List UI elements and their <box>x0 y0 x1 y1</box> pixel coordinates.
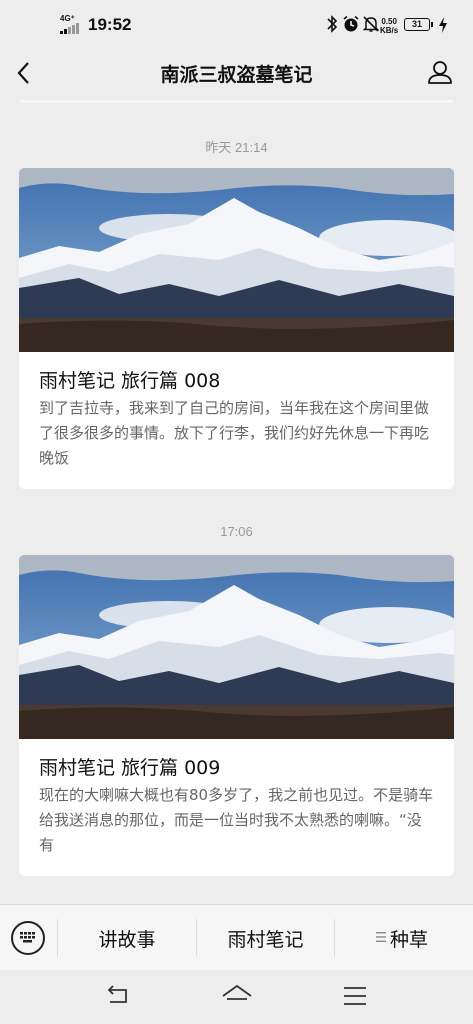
message-timestamp: 昨天 21:14 <box>205 140 268 155</box>
message-timestamp: 17:06 <box>220 524 253 539</box>
nav-home-button[interactable] <box>221 982 253 1010</box>
article-card[interactable]: 雨村笔记 旅行篇 008 到了吉拉寺，我来到了自己的房间，当年我在这个房间里做了… <box>19 168 454 489</box>
network-speed: 0.50 KB/s <box>380 17 398 35</box>
battery-icon: 31 <box>404 18 433 31</box>
network-speed-unit: KB/s <box>380 26 399 35</box>
person-icon <box>428 61 452 84</box>
app-header: 南派三叔盗墓笔记 <box>0 50 473 98</box>
article-cover-image[interactable] <box>19 168 454 352</box>
clock: 19:52 <box>88 15 132 34</box>
menu-item-recommendations[interactable]: 种草 <box>390 925 440 952</box>
page-title: 南派三叔盗墓笔记 <box>160 64 313 86</box>
mute-icon <box>362 15 380 37</box>
keyboard-icon <box>20 932 35 943</box>
back-button[interactable] <box>14 60 36 86</box>
article-cover-image[interactable] <box>19 555 454 739</box>
network-speed-value: 0.50 <box>381 17 397 26</box>
home-icon <box>222 984 252 1000</box>
article-title: 雨村笔记 旅行篇 009 <box>39 757 221 779</box>
back-arrow-icon <box>107 985 127 1003</box>
system-navigation-bar <box>0 970 473 1024</box>
profile-button[interactable] <box>427 59 453 85</box>
article-card[interactable]: 雨村笔记 旅行篇 009 现在的大喇嘛大概也有80多岁了，我之前也见过。不是骑车… <box>19 555 454 876</box>
network-type: 4G⁺ <box>60 14 75 23</box>
menu-item-storytelling[interactable]: 讲故事 <box>58 925 196 952</box>
menu-divider <box>334 919 335 957</box>
status-bar: 4G⁺ 19:52 0.50 KB/s 31 <box>0 0 473 50</box>
chevron-left-icon <box>17 62 29 84</box>
header-divider <box>20 100 453 103</box>
nav-menu-button[interactable] <box>342 985 368 1007</box>
hamburger-icon <box>344 987 366 1005</box>
battery-level: 31 <box>411 19 422 29</box>
alarm-icon <box>342 15 360 37</box>
article-title: 雨村笔记 旅行篇 008 <box>39 370 221 392</box>
keyboard-toggle-button[interactable] <box>11 921 45 955</box>
article-description: 现在的大喇嘛大概也有80多岁了，我之前也见过。不是骑车给我送消息的那位，而是一位… <box>39 786 434 854</box>
cellular-signal-icon: 4G⁺ <box>60 14 84 34</box>
charging-icon <box>438 17 448 37</box>
list-icon <box>376 932 386 942</box>
bluetooth-icon <box>326 14 338 38</box>
nav-back-button[interactable] <box>104 984 132 1008</box>
article-description: 到了吉拉寺，我来到了自己的房间，当年我在这个房间里做了很多很多的事情。放下了行李… <box>39 399 430 467</box>
official-account-menu: 讲故事 雨村笔记 种草 <box>0 904 473 970</box>
menu-item-yucun-notes[interactable]: 雨村笔记 <box>197 925 334 952</box>
